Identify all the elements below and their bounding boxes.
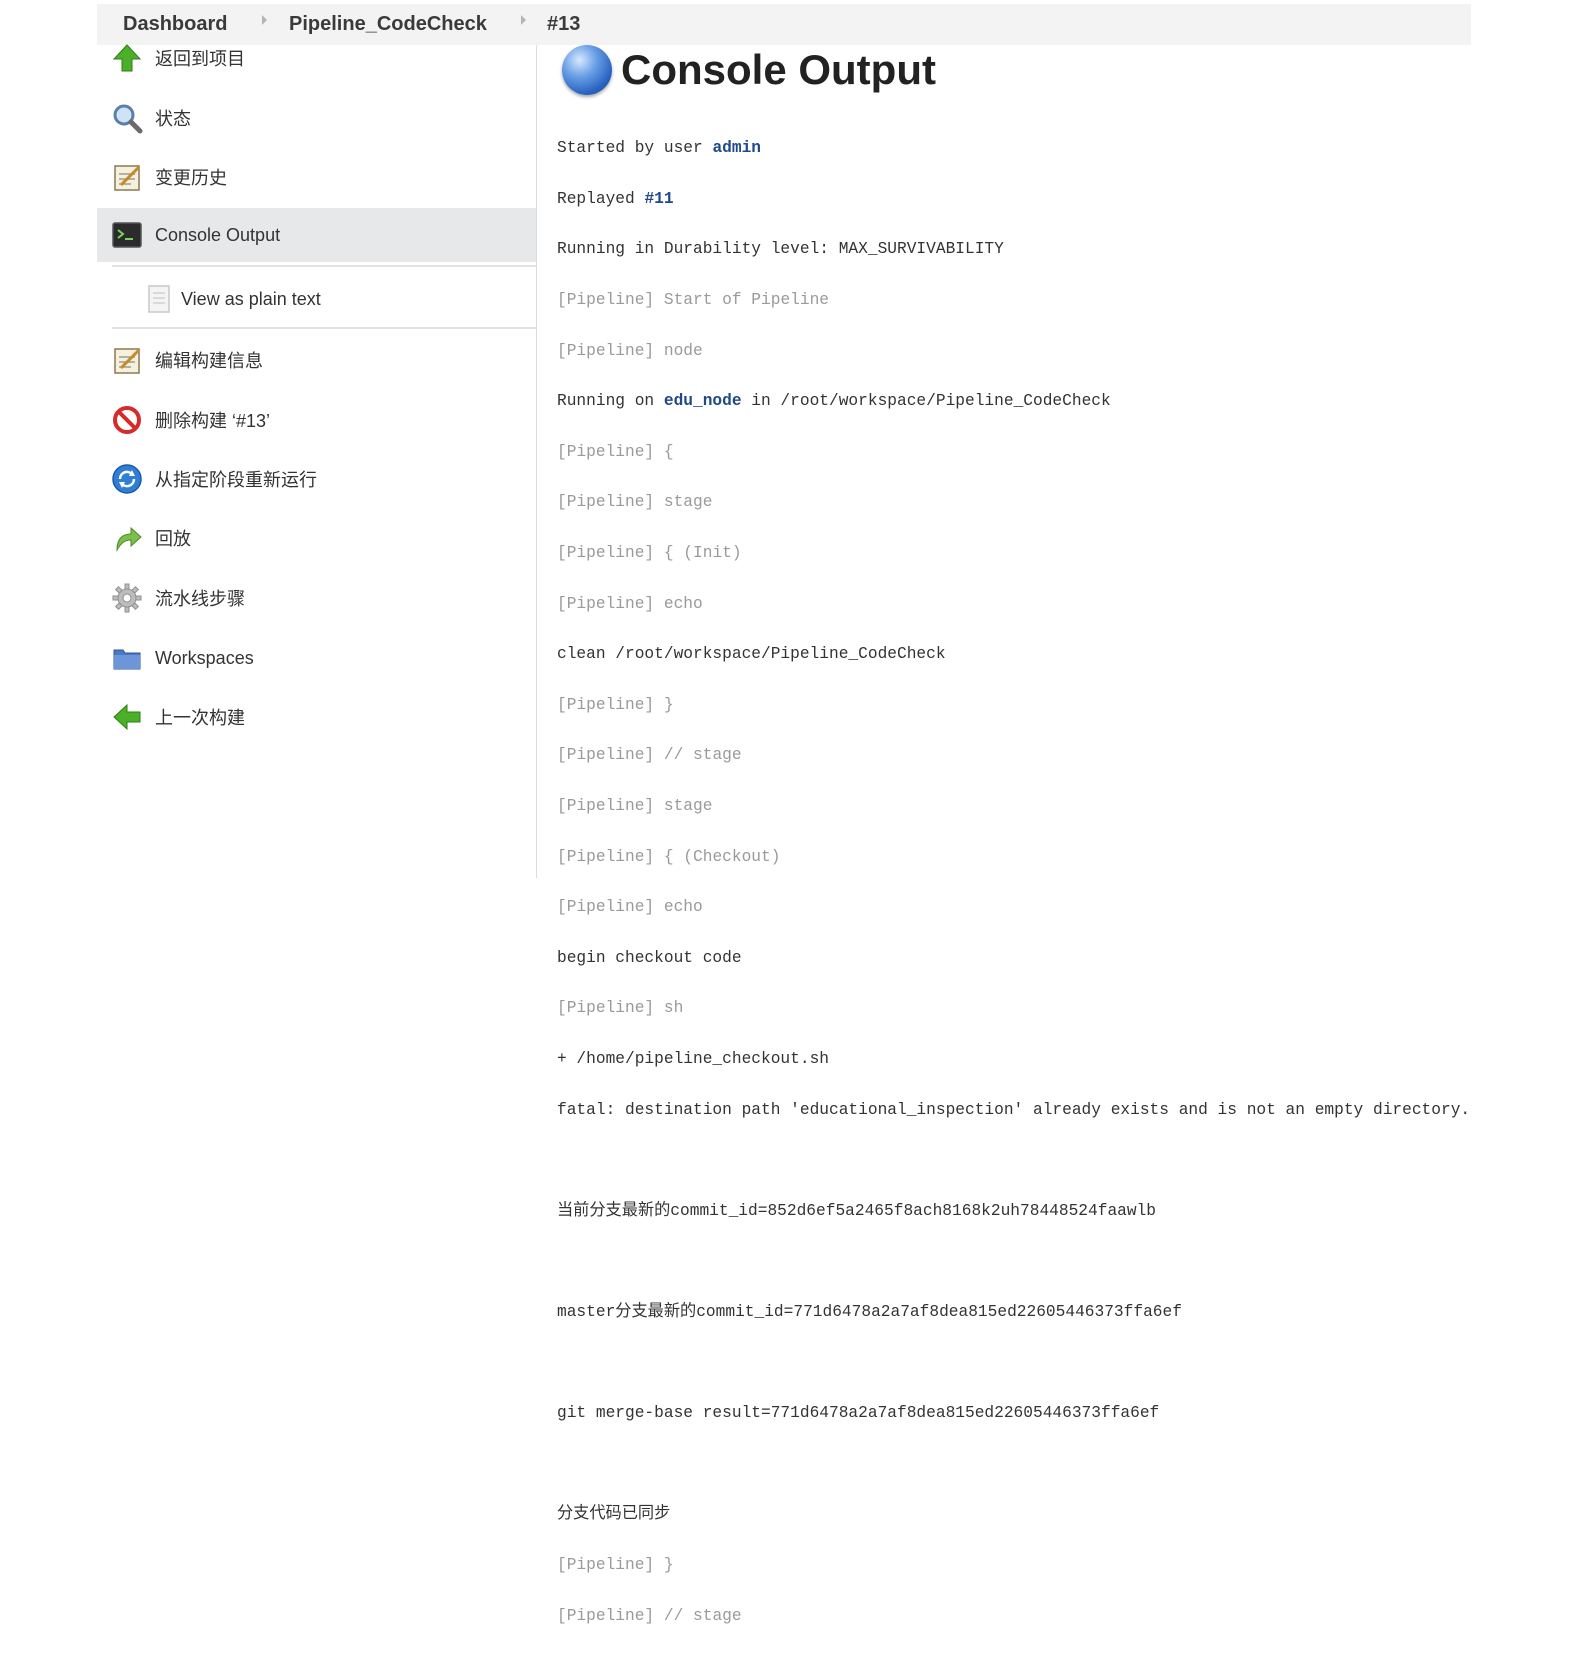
sidebar-item-label: 上一次构建 <box>155 708 245 728</box>
up-arrow-icon <box>112 44 142 72</box>
notepad-edit-icon <box>114 348 141 374</box>
no-entry-icon <box>113 406 141 434</box>
replayed-build-link[interactable]: #11 <box>644 190 673 208</box>
globe-icon <box>562 45 612 95</box>
breadcrumb-build[interactable]: #13 <box>547 13 580 36</box>
console-line: [Pipeline] { (Checkout) <box>557 847 781 866</box>
sidebar-item-label: 删除构建 ‘#13’ <box>155 411 271 431</box>
sidebar-item-label: 状态 <box>155 109 191 129</box>
sidebar-item-label: 编辑构建信息 <box>155 351 263 371</box>
sidebar-item-previous-build[interactable]: 上一次构建 <box>97 690 536 744</box>
node-link[interactable]: edu_node <box>664 392 742 410</box>
console-line: [Pipeline] stage <box>557 797 713 816</box>
console-output: Started by user admin Replayed #11 Runni… <box>557 111 1567 1654</box>
console-line: [Pipeline] } <box>557 1555 674 1574</box>
sidebar-item-label: 回放 <box>155 529 191 549</box>
user-link[interactable]: admin <box>712 139 761 157</box>
page-header: Console Output <box>562 44 936 96</box>
sidebar-item-edit-build-info[interactable]: 编辑构建信息 <box>97 333 536 387</box>
sidebar-item-back-to-project[interactable]: 返回到项目 <box>97 31 536 85</box>
console-line: [Pipeline] stage <box>557 493 713 512</box>
sidebar-item-label: 返回到项目 <box>155 49 245 69</box>
magnifier-icon <box>113 104 143 134</box>
console-line: master分支最新的commit_id=771d6478a2a7af8dea8… <box>557 1302 1182 1321</box>
console-line: Running in Durability level: MAX_SURVIVA… <box>557 240 1004 259</box>
left-arrow-icon <box>113 703 141 731</box>
console-line: 分支代码已同步 <box>557 1505 671 1524</box>
console-line: fatal: destination path 'educational_ins… <box>557 1100 1471 1119</box>
console-line: Started by user admin <box>557 139 762 158</box>
sidebar-item-changes[interactable]: 变更历史 <box>97 150 536 204</box>
notepad-icon <box>114 165 141 191</box>
divider <box>112 327 536 329</box>
console-line: [Pipeline] // stage <box>557 746 742 765</box>
console-line: Replayed #11 <box>557 189 674 208</box>
sidebar-item-view-plain-text[interactable]: View as plain text <box>97 272 536 326</box>
terminal-icon <box>112 222 142 248</box>
sidebar-item-status[interactable]: 状态 <box>97 91 536 145</box>
console-line: [Pipeline] { <box>557 442 674 461</box>
sidebar-item-restart-from-stage[interactable]: 从指定阶段重新运行 <box>97 452 536 506</box>
sidebar-item-label: 变更历史 <box>155 168 227 188</box>
console-line: [Pipeline] Start of Pipeline <box>557 291 830 310</box>
sidebar-item-delete-build[interactable]: 删除构建 ‘#13’ <box>97 393 536 447</box>
sidebar-item-label: Workspaces <box>155 647 254 668</box>
sidebar-item-label: 从指定阶段重新运行 <box>155 470 317 490</box>
sidebar-item-replay[interactable]: 回放 <box>97 511 536 565</box>
console-line: begin checkout code <box>557 948 742 967</box>
console-line: git merge-base result=771d6478a2a7af8dea… <box>557 1404 1160 1423</box>
sidebar-item-pipeline-steps[interactable]: 流水线步骤 <box>97 571 536 625</box>
console-line: [Pipeline] echo <box>557 898 703 917</box>
console-line: [Pipeline] node <box>557 341 703 360</box>
sidebar-divider <box>536 45 537 878</box>
folder-icon <box>113 649 141 670</box>
breadcrumb-separator-icon[interactable] <box>262 15 267 25</box>
console-line: [Pipeline] echo <box>557 594 703 613</box>
page-title: Console Output <box>621 46 936 93</box>
replay-arrow-icon <box>116 526 142 552</box>
sidebar-item-workspaces[interactable]: Workspaces <box>97 631 536 685</box>
console-line: clean /root/workspace/Pipeline_CodeCheck <box>557 645 946 664</box>
console-line: [Pipeline] { (Init) <box>557 544 742 563</box>
sidebar-item-console-output[interactable]: Console Output <box>97 208 536 262</box>
console-line: Running on edu_node in /root/workspace/P… <box>557 392 1111 411</box>
console-line: [Pipeline] // stage <box>557 1606 742 1625</box>
console-line: [Pipeline] } <box>557 695 674 714</box>
document-icon <box>148 285 170 313</box>
console-line: [Pipeline] sh <box>557 999 684 1018</box>
breadcrumb-separator-icon[interactable] <box>521 15 526 25</box>
sidebar: 返回到项目 状态 变更历史 Console Output View as pla… <box>97 44 536 878</box>
console-line: + /home/pipeline_checkout.sh <box>557 1049 829 1068</box>
gear-icon <box>112 583 142 613</box>
divider <box>112 265 536 267</box>
sidebar-item-label: Console Output <box>155 224 281 245</box>
console-line: 当前分支最新的commit_id=852d6ef5a2465f8ach8168k… <box>557 1201 1157 1220</box>
sidebar-item-label: View as plain text <box>181 288 321 309</box>
refresh-icon <box>112 464 142 494</box>
sidebar-item-label: 流水线步骤 <box>155 589 245 609</box>
